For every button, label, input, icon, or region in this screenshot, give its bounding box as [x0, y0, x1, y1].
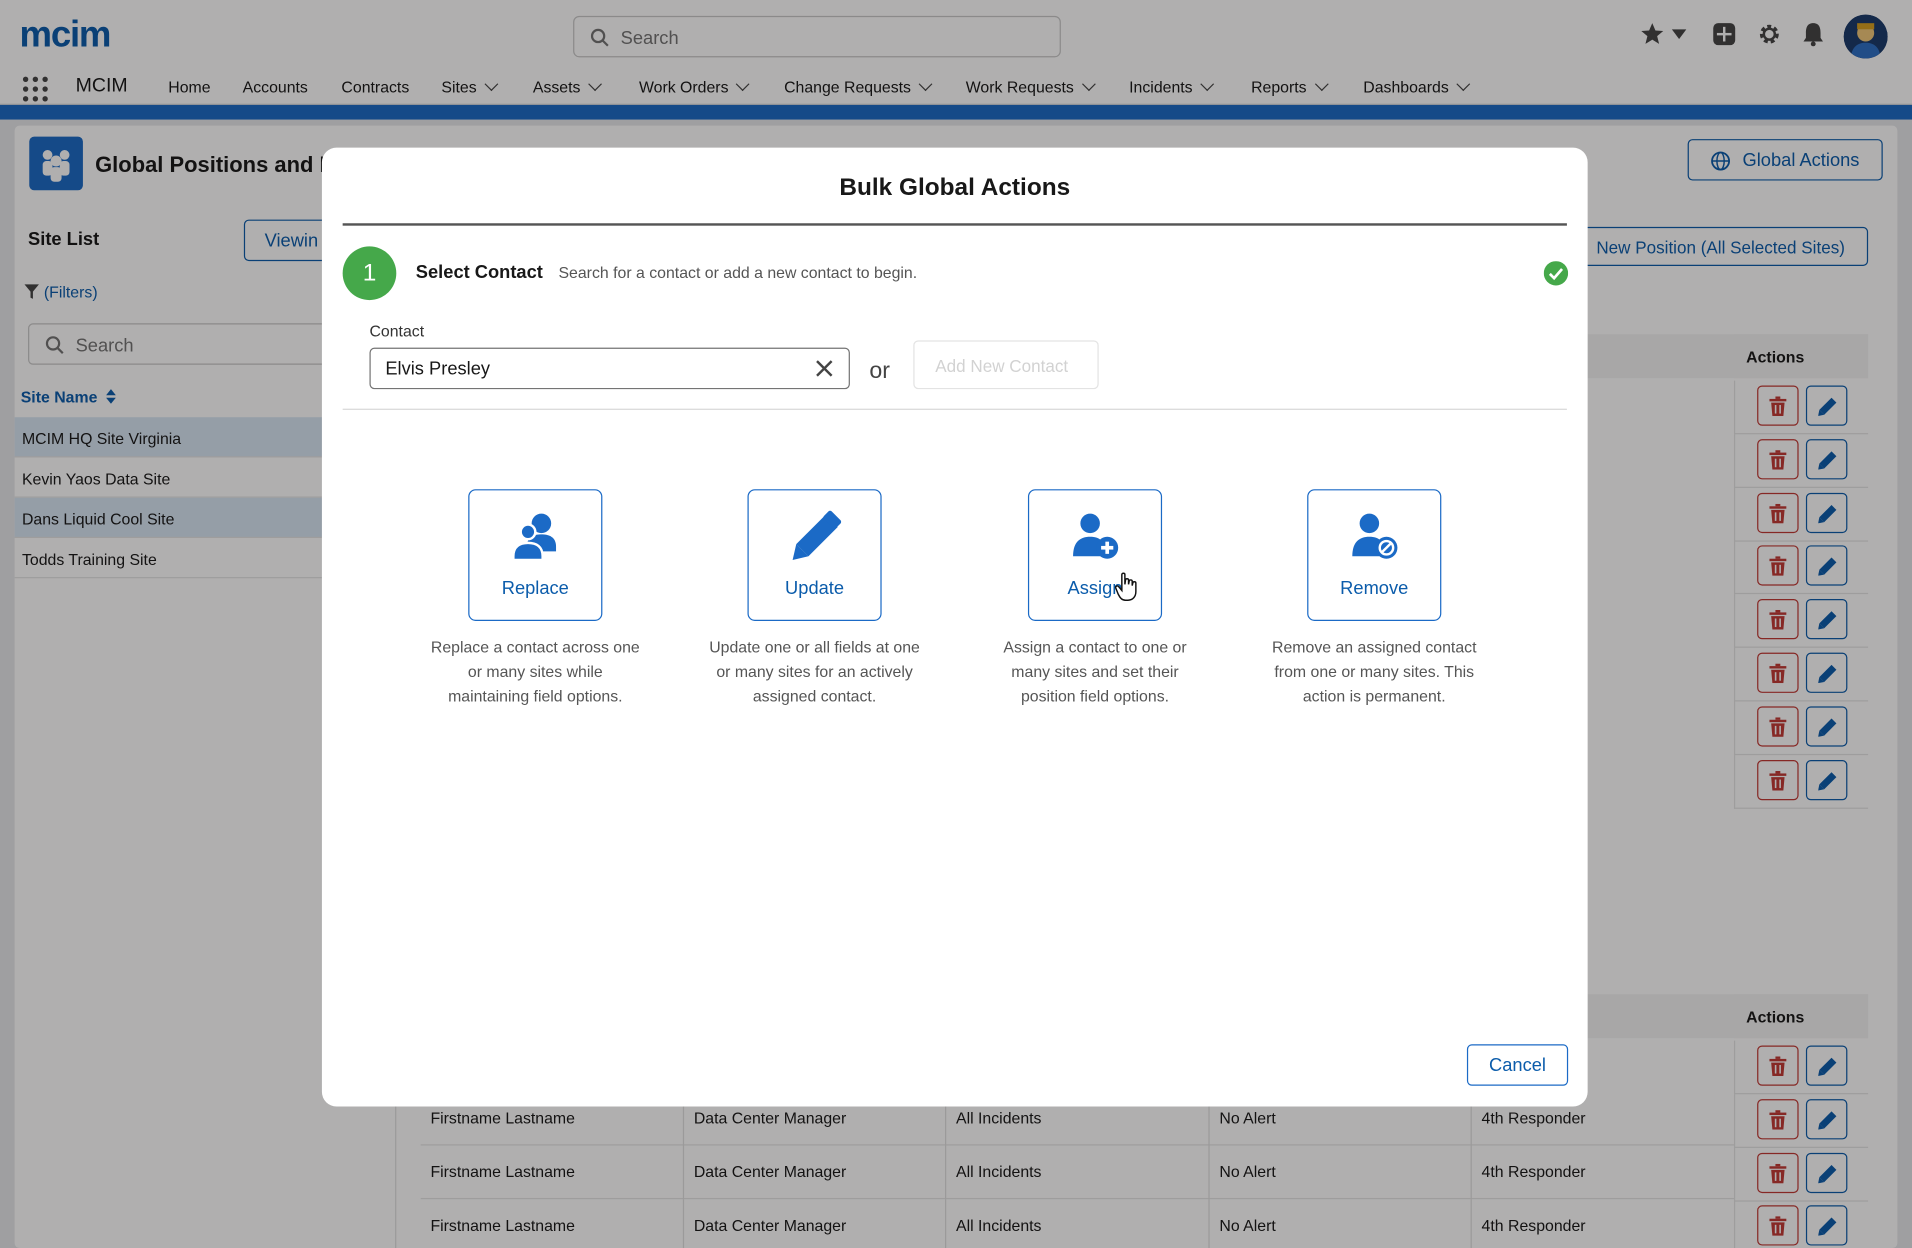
cancel-label: Cancel: [1489, 1055, 1546, 1076]
add-new-contact-button[interactable]: Add New Contact: [913, 340, 1099, 390]
modal-title-divider: [342, 223, 1567, 226]
cancel-button[interactable]: Cancel: [1466, 1044, 1569, 1086]
step-description: Search for a contact or add a new contac…: [558, 263, 918, 282]
replace-users-icon: [512, 513, 557, 562]
remove-card-label: Remove: [1340, 578, 1409, 599]
modal-title: Bulk Global Actions: [839, 174, 1071, 202]
assign-card-label: Assign: [1067, 578, 1123, 599]
update-action-card[interactable]: Update: [747, 489, 882, 621]
replace-card-label: Replace: [501, 578, 569, 599]
hand-cursor-icon: [1114, 572, 1137, 601]
user-add-icon: [1073, 513, 1119, 559]
modal-section-divider: [342, 408, 1567, 410]
success-check-icon: [1543, 261, 1569, 286]
replace-action-card[interactable]: Replace: [468, 489, 603, 621]
add-new-contact-label: Add New Contact: [935, 356, 1069, 376]
user-remove-icon: [1352, 513, 1398, 559]
assign-card-description: Assign a contact to one or many sites an…: [1003, 638, 1187, 706]
app-root: mcim Search MCIM Home Accounts Contracts…: [0, 0, 1912, 1248]
step-title: Select Contact: [415, 262, 543, 284]
pencil-icon: [792, 510, 842, 560]
or-separator: or: [869, 358, 891, 385]
contact-input[interactable]: Elvis Presley: [369, 347, 850, 390]
remove-card-description: Remove an assigned contact from one or m…: [1272, 638, 1477, 706]
step-number-badge: 1: [342, 246, 397, 301]
update-card-description: Update one or all fields at one or many …: [709, 638, 920, 706]
contact-field-label: Contact: [369, 322, 425, 341]
bulk-global-actions-modal: Bulk Global Actions 1 Select Contact Sea…: [321, 147, 1588, 1107]
close-icon[interactable]: [815, 359, 835, 379]
contact-input-value: Elvis Presley: [385, 358, 491, 380]
update-card-label: Update: [785, 578, 845, 599]
remove-action-card[interactable]: Remove: [1307, 489, 1442, 621]
assign-action-card[interactable]: Assign: [1027, 489, 1163, 621]
replace-card-description: Replace a contact across one or many sit…: [430, 638, 640, 706]
